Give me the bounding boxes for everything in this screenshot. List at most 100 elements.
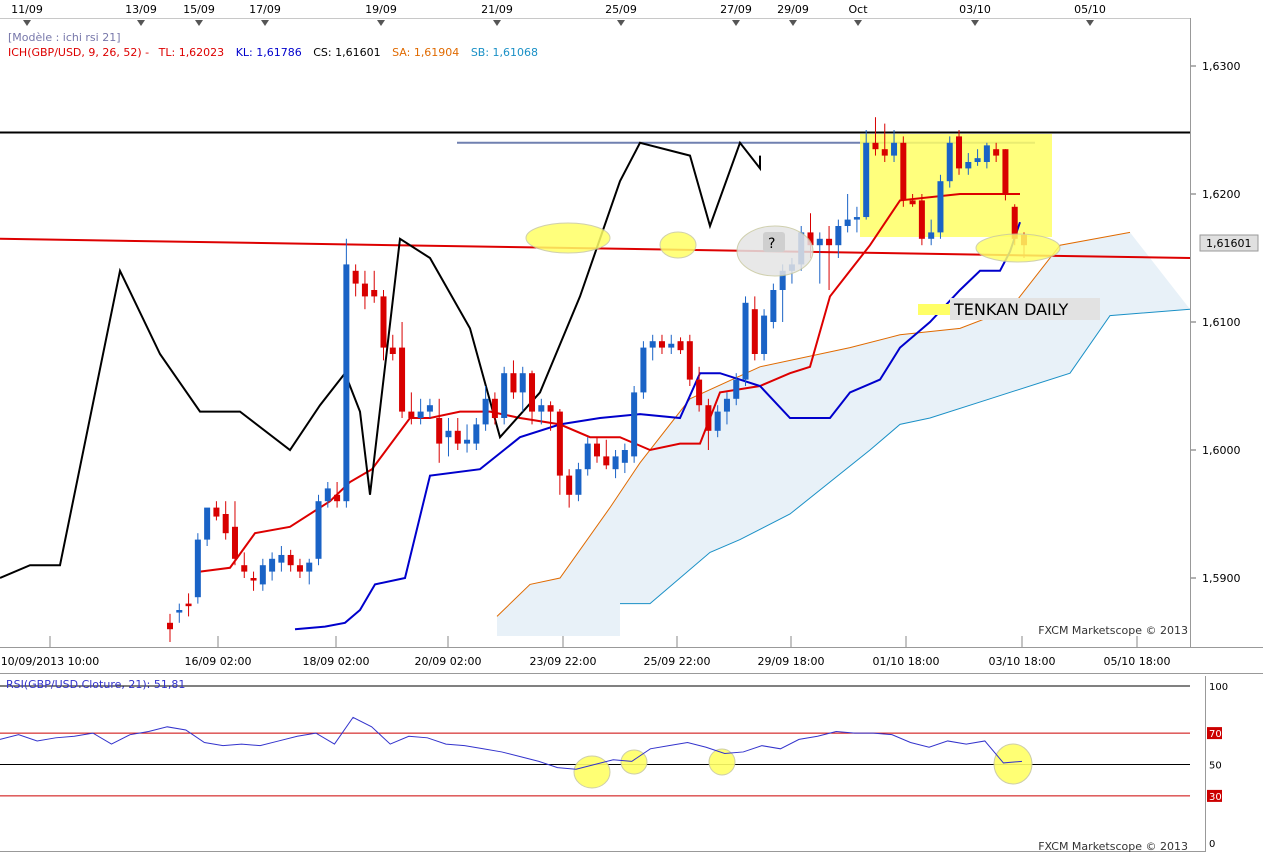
kl-value: KL: 1,61786 [236,46,302,59]
candle-body [900,142,907,201]
rsi-axis-label: 0 [1209,839,1215,850]
top-date-label: 25/09 [605,3,637,16]
candle-body [287,554,294,566]
candle-body [621,450,628,463]
time-axis-label: 23/09 22:00 [530,655,597,668]
candle-body [918,200,925,239]
ichimoku-chart[interactable]: 11/09 13/09 15/09 17/09 19/09 21/09 25/09 27/09… [0,0,1263,854]
candle-body [770,290,777,322]
tenkan-label-swatch [918,304,950,315]
candle-body [334,494,341,502]
highlight-ellipse [659,231,697,259]
top-date-label: 21/09 [481,3,513,16]
candle-body [686,341,693,380]
candle-body [371,290,378,297]
candle-body [723,398,730,412]
candle-body [714,411,721,431]
top-date-label: 29/09 [777,3,809,16]
top-date-label: 17/09 [249,3,281,16]
candle-body [872,142,879,150]
candle-body [231,526,238,559]
candle-body [631,392,638,457]
candle-body [603,456,610,466]
candle-body [993,149,1000,156]
candle-body [835,226,842,246]
top-date-label: Oct [848,3,868,16]
candle-body [974,158,981,162]
candle-body [389,347,396,354]
candle-body [761,315,768,354]
top-date-label: 27/09 [720,3,752,16]
price-axis-label: 1,5900 [1202,572,1241,585]
top-date-label: 13/09 [125,3,157,16]
candle-body [658,341,665,348]
top-date-label: 11/09 [11,3,43,16]
chart-window: 11/09 13/09 15/09 17/09 19/09 21/09 25/09 27/09… [0,0,1263,854]
candle-body [677,341,684,351]
candle-body [965,162,972,169]
candle-body [891,142,898,156]
last-price-label: 1,61601 [1206,237,1252,250]
candle-body [306,562,313,572]
sb-value: SB: 1,61068 [471,46,538,59]
rsi-title: RSI(GBP/USD.Cloture, 21): 51,81 [6,678,185,691]
candle-body [204,507,211,540]
candle-body [668,343,675,348]
candle-body [250,578,257,581]
candle-body [937,181,944,233]
rsi-axis-label: 50 [1209,761,1222,772]
candle-body [501,373,508,418]
rsi-axis-label: 100 [1209,682,1228,693]
highlight-areas [860,134,1052,237]
candle-body [826,238,833,246]
time-axis-label: 20/09 02:00 [415,655,482,668]
candle-body [751,309,758,354]
candle-body [612,456,619,470]
candle-body [361,283,368,297]
time-axis-label: 10/09/2013 10:00 [1,655,100,668]
watermark: FXCM Marketscope © 2013 [1038,624,1188,637]
candle-body [278,554,285,563]
candle-body [909,200,916,205]
candle-body [315,501,322,559]
candle-body [881,149,888,156]
top-date-label: 05/10 [1074,3,1106,16]
candle-body [324,488,331,502]
candle-body [733,379,740,399]
candle-body [417,411,424,418]
candle-body [863,142,870,218]
candle-body [213,507,220,517]
consolidation-highlight [860,134,1052,237]
rsi-axis-label: 70 [1209,729,1222,740]
candle-body [241,565,248,572]
question-mark: ? [768,236,775,252]
candle-body [399,347,406,412]
candle-body [816,238,823,246]
candle-body [482,398,489,425]
price-axis-label: 1,6000 [1202,444,1241,457]
candle-body [538,405,545,412]
candle-body [649,341,656,348]
candle-body [566,475,573,495]
highlight-ellipse [525,222,611,254]
cs-value: CS: 1,61601 [313,46,380,59]
candle-body [222,514,229,534]
time-axis-label: 25/09 22:00 [644,655,711,668]
tenkan-label: TENKAN DAILY [953,300,1069,319]
candle-body [519,373,526,393]
rsi-highlight-ellipse [573,755,611,789]
candle-body [167,622,173,630]
candle-body [510,373,517,393]
candle-body [696,379,703,406]
candle-body [426,405,433,412]
ich-prefix: ICH(GBP/USD, 9, 26, 52) - [8,46,149,59]
candle-body [380,296,387,348]
time-axis-label: 16/09 02:00 [185,655,252,668]
time-axis-label: 18/09 02:00 [303,655,370,668]
time-axis-label: 01/10 18:00 [873,655,940,668]
candle-body [408,411,415,418]
candle-body [556,411,563,476]
candle-body [575,469,582,495]
top-date-label: 03/10 [959,3,991,16]
candle-body [853,217,860,220]
